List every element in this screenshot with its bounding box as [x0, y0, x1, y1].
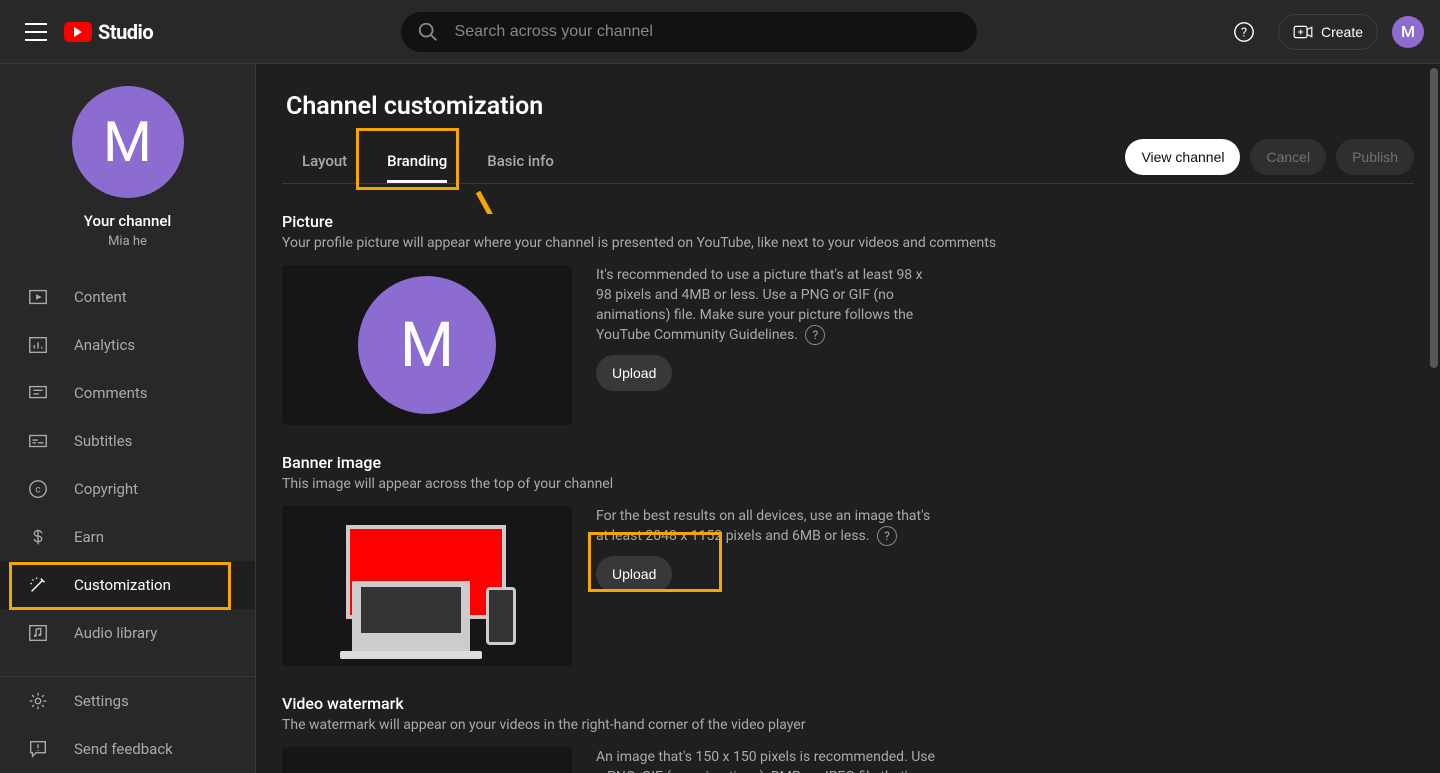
play-square-icon [26, 285, 50, 309]
channel-block[interactable]: M Your channel Mia he [0, 64, 255, 261]
section-picture: Picture Your profile picture will appear… [282, 212, 1414, 425]
app-header: Studio ? Create M [0, 0, 1440, 64]
scrollbar-thumb[interactable] [1430, 68, 1438, 368]
audio-icon [26, 621, 50, 645]
create-button[interactable]: Create [1278, 14, 1378, 50]
publish-button[interactable]: Publish [1336, 139, 1414, 175]
search-input[interactable] [453, 22, 961, 42]
section-title: Video watermark [282, 694, 1414, 713]
banner-preview [282, 506, 572, 666]
sidebar-item-label: Audio library [74, 624, 157, 642]
sidebar-item-customization[interactable]: Customization [0, 561, 255, 609]
create-icon [1293, 24, 1313, 40]
wand-icon [26, 573, 50, 597]
sidebar-item-label: Settings [74, 692, 129, 710]
tab-branding[interactable]: Branding [367, 140, 467, 182]
sidebar-item-comments[interactable]: Comments [0, 369, 255, 417]
tab-basic-info[interactable]: Basic info [467, 140, 574, 182]
youtube-play-icon [64, 22, 92, 42]
sidebar-item-label: Content [74, 288, 127, 306]
svg-text:?: ? [1241, 25, 1247, 40]
sidebar-item-label: Customization [74, 576, 171, 594]
sidebar-item-subtitles[interactable]: Subtitles [0, 417, 255, 465]
picture-avatar: M [358, 276, 496, 414]
sidebar-item-earn[interactable]: Earn [0, 513, 255, 561]
sidebar-item-audio-library[interactable]: Audio library [0, 609, 255, 657]
feedback-icon [26, 737, 50, 761]
upload-banner-button[interactable]: Upload [596, 556, 672, 592]
section-title: Picture [282, 212, 1414, 231]
section-watermark: Video watermark The watermark will appea… [282, 694, 1414, 773]
devices-icon [332, 521, 522, 651]
tabs: Layout Branding Basic info [282, 140, 574, 182]
upload-picture-button[interactable]: Upload [596, 355, 672, 391]
sidebar: M Your channel Mia he Content Analytics … [0, 64, 256, 773]
section-desc: The watermark will appear on your videos… [282, 717, 1414, 733]
menu-icon[interactable] [16, 12, 56, 52]
sidebar-item-label: Copyright [74, 480, 138, 498]
sidebar-item-label: Subtitles [74, 432, 132, 450]
sidebar-nav: Content Analytics Comments Subtitles c C… [0, 265, 255, 676]
create-label: Create [1321, 24, 1363, 40]
copyright-icon: c [26, 477, 50, 501]
help-icon[interactable]: ? [805, 325, 825, 345]
section-title: Banner image [282, 453, 1414, 472]
watermark-hint: An image that's 150 x 150 pixels is reco… [596, 747, 936, 773]
sidebar-item-settings[interactable]: Settings [0, 677, 255, 725]
sidebar-item-copyright[interactable]: c Copyright [0, 465, 255, 513]
watermark-preview [282, 747, 572, 773]
subtitles-icon [26, 429, 50, 453]
sidebar-footer: Settings Send feedback [0, 676, 255, 773]
gear-icon [26, 689, 50, 713]
logo-text: Studio [98, 20, 153, 44]
banner-hint: For the best results on all devices, use… [596, 506, 936, 546]
sidebar-item-analytics[interactable]: Analytics [0, 321, 255, 369]
channel-avatar: M [72, 86, 184, 198]
help-icon[interactable]: ? [1224, 12, 1264, 52]
search-icon [417, 21, 439, 43]
studio-logo[interactable]: Studio [64, 20, 153, 44]
page-title: Channel customization [286, 92, 1414, 121]
account-avatar[interactable]: M [1392, 16, 1424, 48]
comments-icon [26, 381, 50, 405]
channel-label: Your channel [0, 212, 255, 230]
sidebar-item-content[interactable]: Content [0, 273, 255, 321]
tabs-row: Layout Branding Basic info View channel … [282, 139, 1414, 184]
dollar-icon [26, 525, 50, 549]
tab-layout[interactable]: Layout [282, 140, 367, 182]
section-desc: Your profile picture will appear where y… [282, 235, 1414, 251]
chart-icon [26, 333, 50, 357]
sidebar-item-feedback[interactable]: Send feedback [0, 725, 255, 773]
help-icon[interactable]: ? [877, 526, 897, 546]
picture-hint: It's recommended to use a picture that's… [596, 265, 936, 345]
sidebar-item-label: Earn [74, 528, 104, 546]
sidebar-item-label: Send feedback [74, 740, 173, 758]
sidebar-item-label: Analytics [74, 336, 135, 354]
view-channel-button[interactable]: View channel [1125, 139, 1240, 175]
section-banner: Banner image This image will appear acro… [282, 453, 1414, 666]
sidebar-item-label: Comments [74, 384, 148, 402]
section-desc: This image will appear across the top of… [282, 476, 1414, 492]
main-area: Channel customization Layout Branding Ba… [256, 64, 1440, 773]
cancel-button[interactable]: Cancel [1250, 139, 1326, 175]
svg-text:c: c [35, 485, 40, 496]
search-bar[interactable] [401, 12, 977, 52]
picture-preview: M [282, 265, 572, 425]
channel-name: Mia he [0, 234, 255, 249]
